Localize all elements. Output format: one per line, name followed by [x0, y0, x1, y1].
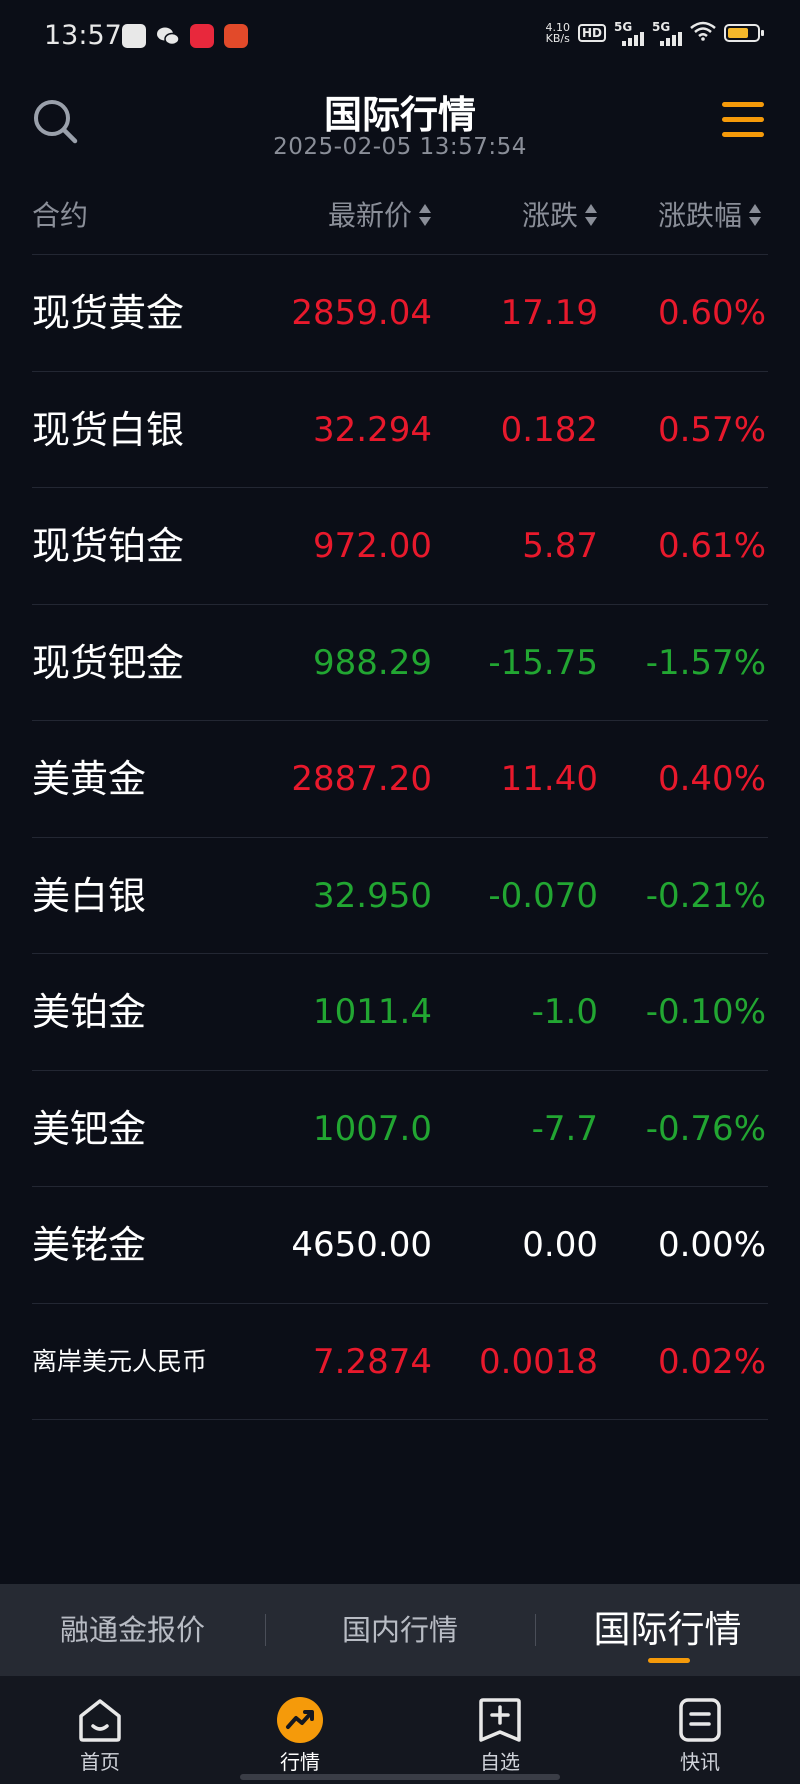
row-change-pct: 0.60%: [657, 293, 766, 333]
row-change-pct: -0.76%: [645, 1108, 766, 1149]
row-contract-name: 美白银: [32, 873, 147, 918]
row-price: 1007.0: [313, 1108, 432, 1149]
battery-icon: [724, 24, 764, 42]
row-change: 0.00: [522, 1225, 598, 1265]
shopping-app-icon: [190, 24, 214, 48]
row-change: 5.87: [522, 526, 598, 566]
row-change-pct: 0.57%: [657, 409, 766, 450]
menu-icon[interactable]: [722, 102, 764, 140]
row-price: 2887.20: [291, 759, 432, 799]
row-change: 0.0018: [479, 1341, 598, 1382]
net-speed-unit: KB/s: [545, 32, 570, 45]
status-bar: 13:57 4.10 KB/s HD 5G 5G: [0, 0, 800, 72]
row-contract-name: 美铑金: [32, 1223, 147, 1267]
row-contract-name: 美钯金: [32, 1106, 147, 1151]
row-change: -7.7: [531, 1108, 598, 1149]
nav-item-news[interactable]: 快讯: [640, 1696, 760, 1775]
row-price: 32.950: [313, 875, 432, 916]
nav-label-news: 快讯: [680, 1750, 720, 1774]
status-time: 13:57: [44, 20, 122, 51]
table-row[interactable]: 现货白银 32.294 0.182 0.57%: [32, 372, 768, 488]
table-row[interactable]: 美黄金 2887.20 11.40 0.40%: [32, 721, 768, 838]
tab-domestic-market[interactable]: 国内行情: [265, 1584, 535, 1676]
row-change-pct: -1.57%: [645, 642, 766, 683]
row-price: 972.00: [313, 526, 432, 566]
table-header: 合约 最新价 涨跌 涨跌幅: [32, 184, 768, 255]
nav-item-market[interactable]: 行情: [240, 1696, 360, 1775]
row-change-pct: 0.40%: [657, 759, 766, 799]
row-change: 0.182: [500, 409, 598, 450]
nav-label-watchlist: 自选: [480, 1750, 520, 1774]
row-contract-name: 现货白银: [32, 407, 185, 452]
row-price: 1011.4: [313, 992, 432, 1032]
nav-label-market: 行情: [280, 1750, 320, 1774]
row-change: -0.070: [488, 875, 598, 916]
table-row[interactable]: 美白银 32.950 -0.070 -0.21%: [32, 838, 768, 954]
add-favorite-icon: [476, 1696, 524, 1744]
status-indicators: 4.10 KB/s HD 5G 5G: [545, 20, 764, 46]
signal-sim2-icon: 5G: [652, 20, 682, 46]
column-header-price-label: 最新价: [327, 199, 412, 232]
row-change-pct: 0.00%: [657, 1225, 766, 1265]
news-icon: [676, 1696, 724, 1744]
column-header-change-pct-label: 涨跌幅: [657, 199, 742, 232]
column-header-change-label: 涨跌: [521, 199, 578, 232]
table-row[interactable]: 现货钯金 988.29 -15.75 -1.57%: [32, 605, 768, 721]
update-timestamp: 2025-02-05 13:57:54: [273, 134, 527, 160]
row-price: 4650.00: [291, 1225, 432, 1265]
row-contract-name: 美铂金: [32, 990, 147, 1034]
table-row[interactable]: 美钯金 1007.0 -7.7 -0.76%: [32, 1071, 768, 1187]
sort-icon: [748, 202, 762, 228]
trend-icon: [276, 1696, 324, 1744]
hd-voice-icon: HD: [577, 24, 606, 42]
nav-item-watchlist[interactable]: 自选: [440, 1696, 560, 1775]
column-header-contract: 合约: [32, 199, 89, 232]
row-price: 7.2874: [313, 1341, 432, 1382]
row-change: 17.19: [500, 293, 598, 333]
table-row[interactable]: 现货铂金 972.00 5.87 0.61%: [32, 488, 768, 605]
row-contract-name: 现货黄金: [32, 291, 185, 335]
nav-label-home: 首页: [80, 1750, 120, 1774]
market-segment-tabs: 融通金报价 国内行情 国际行情: [0, 1584, 800, 1676]
page-header: 国际行情 2025-02-05 13:57:54: [0, 72, 800, 182]
row-price: 2859.04: [291, 293, 432, 333]
wechat-icon: [156, 24, 180, 48]
row-price: 32.294: [313, 409, 432, 450]
nav-item-home[interactable]: 首页: [40, 1696, 160, 1775]
active-tab-indicator: [648, 1658, 690, 1663]
bottom-navigation: 首页 行情 自选 快讯: [0, 1676, 800, 1784]
column-header-change[interactable]: 涨跌: [522, 194, 598, 234]
row-change-pct: 0.61%: [657, 526, 766, 566]
table-row[interactable]: 现货黄金 2859.04 17.19 0.60%: [32, 255, 768, 372]
row-change: -15.75: [488, 642, 598, 683]
table-row[interactable]: 离岸美元人民币 7.2874 0.0018 0.02%: [32, 1304, 768, 1420]
row-change: 11.40: [500, 759, 598, 799]
net-speed: 4.10 KB/s: [545, 22, 570, 44]
sort-icon: [584, 202, 598, 228]
quote-table: 现货黄金 2859.04 17.19 0.60% 现货白银 32.294 0.1…: [32, 255, 768, 1420]
row-change-pct: -0.21%: [645, 875, 766, 916]
sort-icon: [418, 202, 432, 228]
status-app-icons: [122, 24, 248, 48]
wifi-icon: [690, 21, 716, 45]
column-header-change-pct[interactable]: 涨跌幅: [658, 194, 762, 234]
home-icon: [76, 1696, 124, 1744]
column-header-price[interactable]: 最新价: [328, 194, 432, 234]
row-contract-name: 现货钯金: [32, 640, 185, 685]
signal-sim1-icon: 5G: [614, 20, 644, 46]
row-change: -1.0: [531, 992, 598, 1032]
table-row[interactable]: 美铑金 4650.00 0.00 0.00%: [32, 1187, 768, 1304]
app-notification-icon: [122, 24, 146, 48]
row-change-pct: 0.02%: [657, 1341, 766, 1382]
row-price: 988.29: [313, 642, 432, 683]
tab-rongtong-quote[interactable]: 融通金报价: [0, 1584, 265, 1676]
row-contract-name: 离岸美元人民币: [32, 1346, 208, 1376]
row-contract-name: 美黄金: [32, 757, 147, 801]
food-app-icon: [224, 24, 248, 48]
row-change-pct: -0.10%: [645, 992, 766, 1032]
table-row[interactable]: 美铂金 1011.4 -1.0 -0.10%: [32, 954, 768, 1071]
page-title: 国际行情: [323, 93, 476, 137]
home-indicator[interactable]: [240, 1774, 560, 1780]
row-contract-name: 现货铂金: [32, 524, 185, 568]
